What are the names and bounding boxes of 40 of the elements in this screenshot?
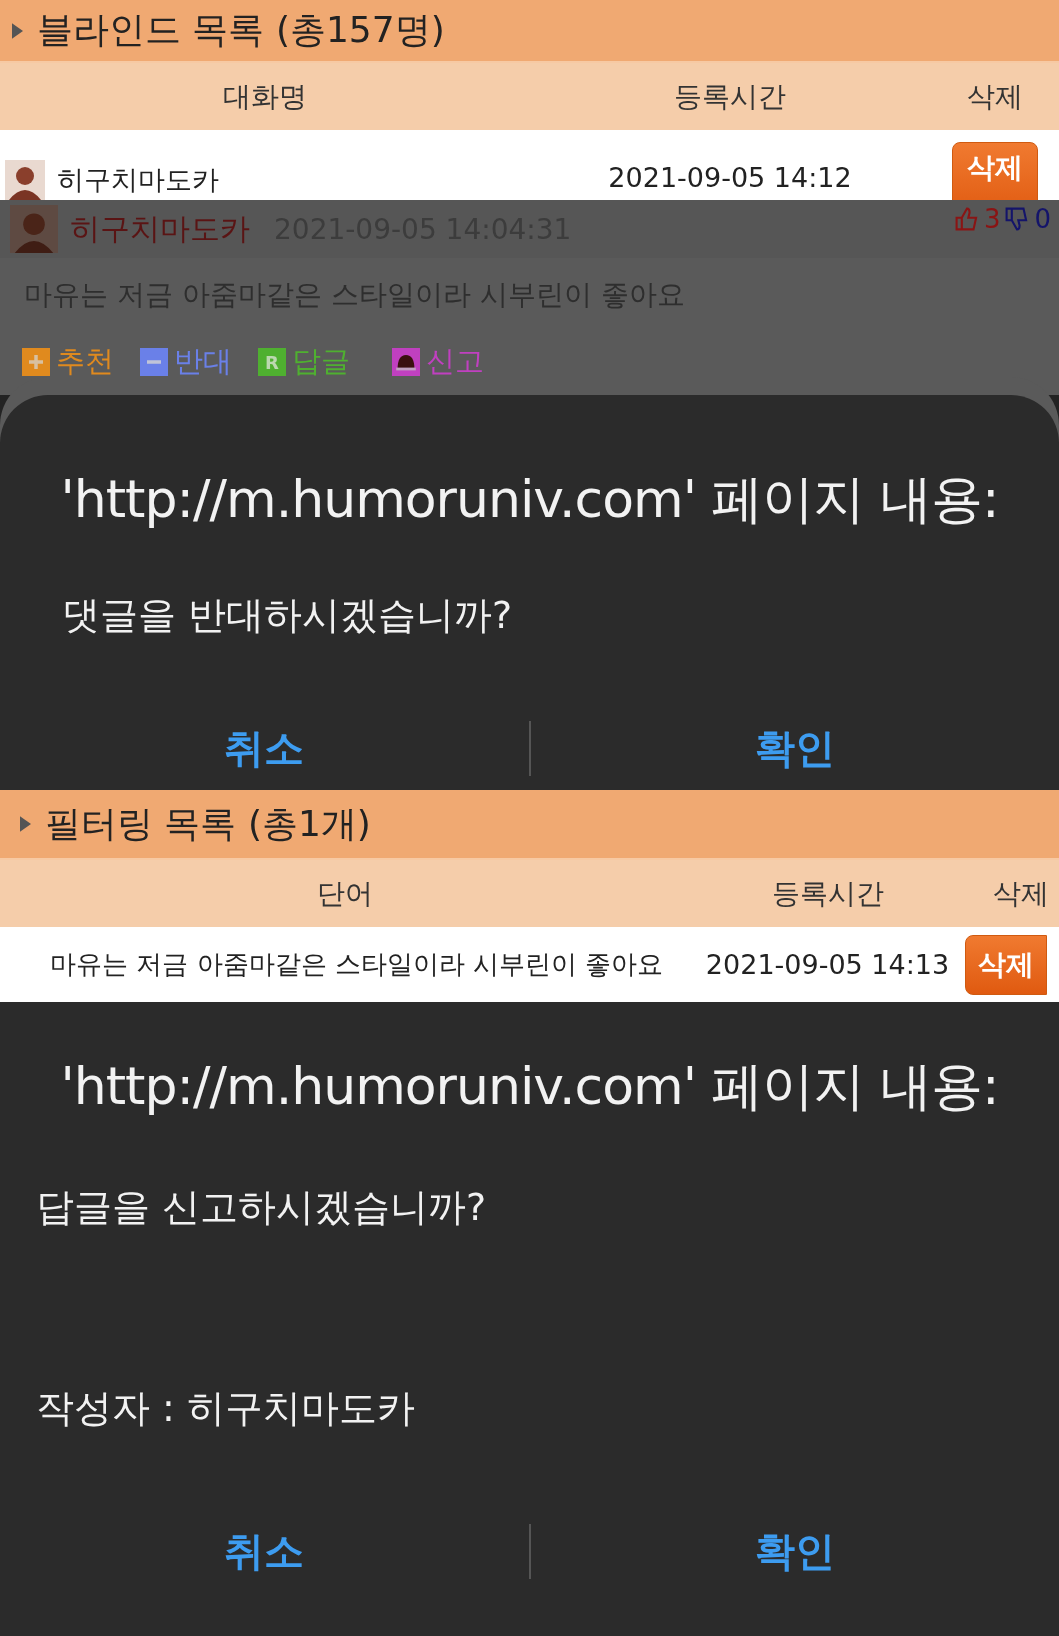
comment-author[interactable]: 히구치마도카	[70, 208, 250, 250]
column-header: 삭제	[992, 875, 1050, 912]
bell-icon[interactable]	[392, 348, 420, 376]
table-cell-text: 히구치마도카	[57, 163, 219, 197]
thumbs-up-icon[interactable]	[953, 206, 980, 232]
dialog-button[interactable]: 취소	[0, 1524, 529, 1579]
table-cell-text: 2021-09-05 14:12	[607, 161, 853, 193]
avatar-icon	[8, 205, 60, 253]
table-cell-text: 2021-09-05 14:13	[704, 949, 951, 980]
section-title: 필터링 목록 (총1개)	[45, 801, 371, 846]
dialog-message: 댓글을 반대하시겠습니까?	[61, 592, 514, 639]
reply-icon[interactable]: R	[258, 348, 286, 376]
table-cell-text: 마유는 저금 아줌마같은 스타일이라 시부린이 좋아요	[49, 948, 665, 981]
minus-icon[interactable]	[140, 348, 168, 376]
dialog-title: 'http://m.humoruniv.com' 페이지 내용:	[59, 468, 1000, 531]
dialog-title: 'http://m.humoruniv.com' 페이지 내용:	[59, 1055, 1000, 1118]
triangle-icon	[12, 22, 23, 39]
action-link[interactable]: 반대	[174, 342, 232, 382]
section-title: 블라인드 목록 (총157명)	[37, 8, 445, 52]
avatar-icon	[5, 160, 45, 200]
dialog-button[interactable]: 확인	[528, 1524, 1059, 1579]
column-header: 등록시간	[673, 78, 787, 115]
column-header: 등록시간	[770, 875, 885, 912]
dislike-count: 0	[1034, 204, 1051, 234]
dialog-button[interactable]: 취소	[0, 721, 529, 776]
action-link[interactable]: 추천	[56, 342, 114, 382]
section-header[interactable]: 필터링 목록 (총1개)	[0, 790, 1059, 860]
column-header: 삭제	[965, 78, 1024, 115]
column-header: 단어	[316, 875, 374, 912]
action-link[interactable]: 답글	[292, 342, 350, 382]
column-header: 대화명	[222, 78, 308, 115]
triangle-icon	[20, 816, 31, 832]
plus-icon[interactable]	[22, 348, 50, 376]
section-header[interactable]: 블라인드 목록 (총157명)	[0, 0, 1059, 63]
dialog-button[interactable]: 확인	[528, 721, 1059, 776]
like-count: 3	[983, 204, 1001, 234]
delete-button[interactable]: 삭제	[965, 934, 1047, 995]
delete-button[interactable]: 삭제	[951, 142, 1038, 200]
dialog-author: 작성자 : 히구치마도카	[35, 1385, 416, 1432]
dialog-message: 답글을 신고하시겠습니까?	[35, 1184, 488, 1231]
